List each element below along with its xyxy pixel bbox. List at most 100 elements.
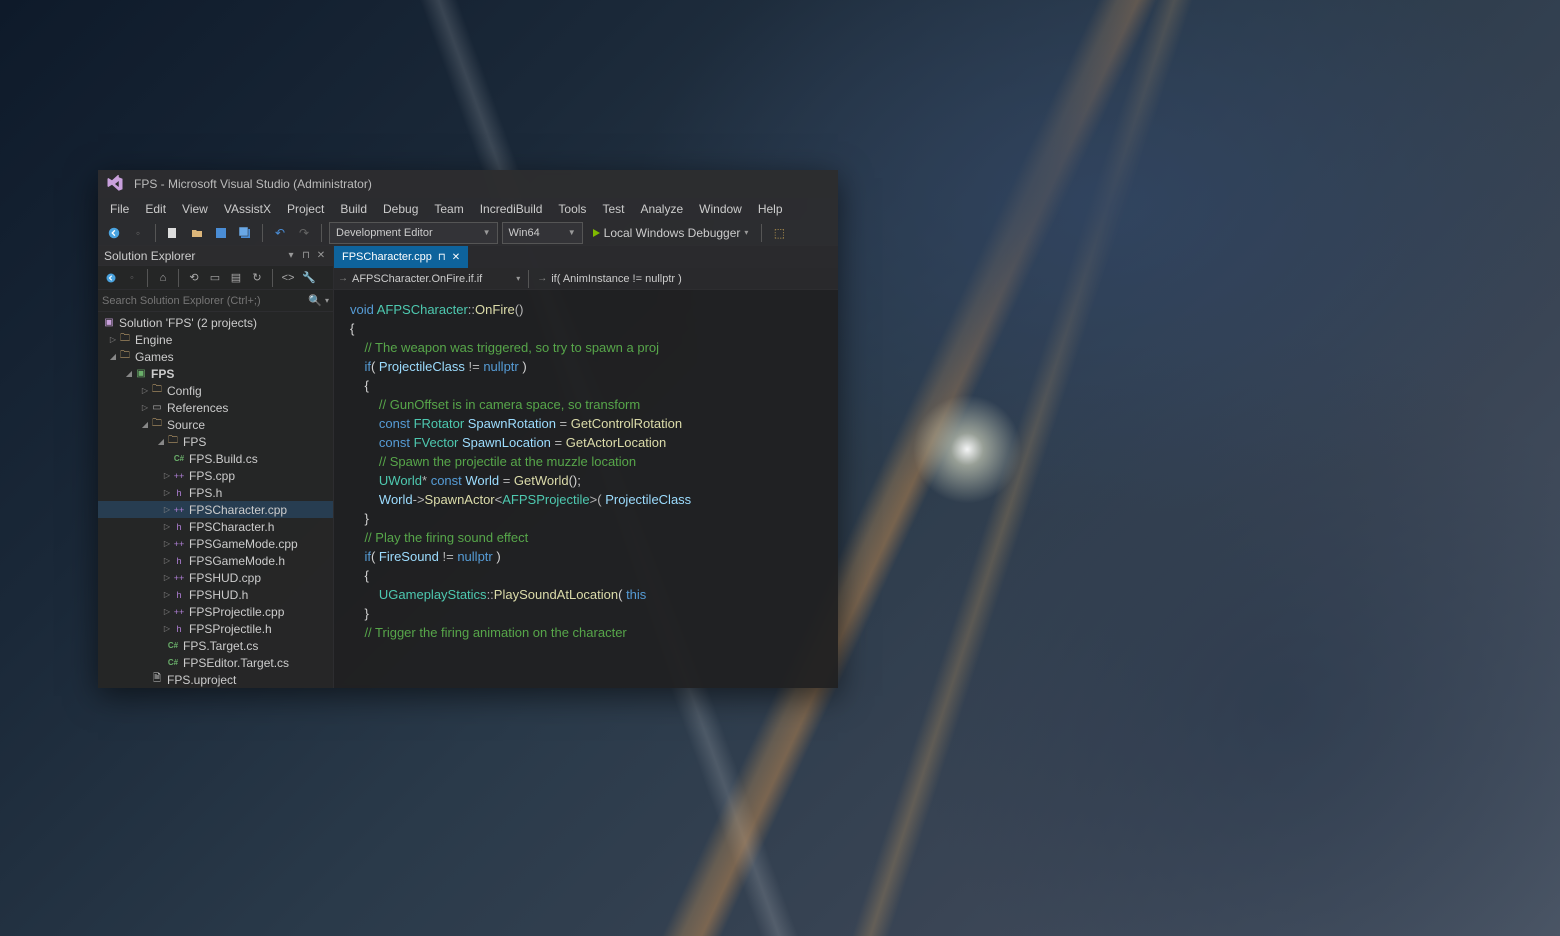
- sync-icon[interactable]: ⟲: [185, 269, 203, 287]
- menu-help[interactable]: Help: [750, 199, 791, 219]
- expand-icon[interactable]: ▷: [162, 488, 172, 497]
- tree-fps-project[interactable]: ◢▣FPS: [98, 365, 333, 382]
- code-editor[interactable]: void AFPSCharacter::OnFire() { // The we…: [334, 290, 838, 688]
- pin-icon[interactable]: ⊓: [300, 250, 312, 262]
- collapse-icon[interactable]: ◢: [124, 369, 134, 378]
- tree-label: Engine: [135, 333, 172, 347]
- new-file-icon[interactable]: [163, 223, 183, 243]
- expand-icon[interactable]: ▷: [140, 403, 150, 412]
- config-dropdown[interactable]: Development Editor▼: [329, 222, 498, 244]
- tree-games[interactable]: ◢🗀Games: [98, 348, 333, 365]
- collapse-icon[interactable]: ◢: [108, 352, 118, 361]
- toolbar-extra-icon[interactable]: ⬚: [769, 223, 789, 243]
- expand-icon[interactable]: ▷: [162, 505, 172, 514]
- menu-analyze[interactable]: Analyze: [632, 199, 691, 219]
- show-all-icon[interactable]: ▤: [227, 269, 245, 287]
- tab-bar: FPSCharacter.cpp ⊓ ✕: [334, 246, 838, 268]
- chevron-down-icon: ▼: [483, 228, 491, 237]
- home-icon[interactable]: ⌂: [154, 269, 172, 287]
- search-input[interactable]: [102, 295, 304, 307]
- expand-icon[interactable]: ▷: [108, 335, 118, 344]
- chevron-down-icon[interactable]: ▾: [325, 296, 329, 305]
- nav-member[interactable]: →if( AnimInstance != nullptr ): [537, 273, 682, 285]
- tree-solution[interactable]: ▣Solution 'FPS' (2 projects): [98, 314, 333, 331]
- close-icon[interactable]: ✕: [315, 250, 327, 262]
- tree-file[interactable]: ▷hFPSHUD.h: [98, 586, 333, 603]
- menu-edit[interactable]: Edit: [137, 199, 174, 219]
- tree-file[interactable]: ▷++FPSGameMode.cpp: [98, 535, 333, 552]
- pane-header[interactable]: Solution Explorer ▾ ⊓ ✕: [98, 246, 333, 266]
- properties-icon[interactable]: 🔧: [300, 269, 318, 287]
- tree-file[interactable]: C#FPSEditor.Target.cs: [98, 654, 333, 671]
- main-toolbar: ◦ ↶ ↷ Development Editor▼ Win64▼ Local W…: [98, 220, 838, 246]
- menu-view[interactable]: View: [174, 199, 216, 219]
- back-icon[interactable]: [102, 269, 120, 287]
- expand-icon[interactable]: ▷: [162, 624, 172, 633]
- menu-vassistx[interactable]: VAssistX: [216, 199, 279, 219]
- menu-team[interactable]: Team: [426, 199, 471, 219]
- tree-file[interactable]: C#FPS.Target.cs: [98, 637, 333, 654]
- redo-icon[interactable]: ↷: [294, 223, 314, 243]
- menu-window[interactable]: Window: [691, 199, 750, 219]
- tree-file[interactable]: ▷hFPSCharacter.h: [98, 518, 333, 535]
- tab-fpscharacter[interactable]: FPSCharacter.cpp ⊓ ✕: [334, 246, 468, 268]
- start-debug-button[interactable]: Local Windows Debugger▾: [587, 226, 755, 240]
- titlebar[interactable]: FPS - Microsoft Visual Studio (Administr…: [98, 170, 838, 198]
- platform-dropdown[interactable]: Win64▼: [502, 222, 583, 244]
- tree-config[interactable]: ▷🗀Config: [98, 382, 333, 399]
- tree-file[interactable]: ▷hFPS.h: [98, 484, 333, 501]
- separator: [528, 270, 529, 288]
- close-icon[interactable]: ✕: [452, 252, 460, 263]
- pin-icon[interactable]: ⊓: [438, 252, 446, 263]
- tree-file[interactable]: C#FPS.Build.cs: [98, 450, 333, 467]
- search-row: 🔍 ▾: [98, 290, 333, 312]
- menu-project[interactable]: Project: [279, 199, 332, 219]
- tree-file[interactable]: ▷hFPSGameMode.h: [98, 552, 333, 569]
- code-navbar: →AFPSCharacter.OnFire.if.if▾ →if( AnimIn…: [334, 268, 838, 290]
- tree-uproject[interactable]: 🗎FPS.uproject: [98, 671, 333, 688]
- nav-fwd-icon[interactable]: ◦: [128, 223, 148, 243]
- expand-icon[interactable]: ▷: [162, 471, 172, 480]
- fwd-icon[interactable]: ◦: [123, 269, 141, 287]
- expand-icon[interactable]: ▷: [162, 556, 172, 565]
- menu-debug[interactable]: Debug: [375, 199, 426, 219]
- collapse-icon[interactable]: ◢: [140, 420, 150, 429]
- tree-engine[interactable]: ▷🗀Engine: [98, 331, 333, 348]
- tree-file[interactable]: ▷++FPSProjectile.cpp: [98, 603, 333, 620]
- expand-icon[interactable]: ▷: [162, 539, 172, 548]
- tree-file[interactable]: ▷hFPSProjectile.h: [98, 620, 333, 637]
- tree-source[interactable]: ◢🗀Source: [98, 416, 333, 433]
- cpp-file-icon: ++: [172, 607, 186, 617]
- nav-scope[interactable]: →AFPSCharacter.OnFire.if.if▾: [338, 273, 520, 285]
- tree-label: FPSGameMode.cpp: [189, 537, 298, 551]
- open-icon[interactable]: [187, 223, 207, 243]
- save-all-icon[interactable]: [235, 223, 255, 243]
- menu-incredibuild[interactable]: IncrediBuild: [472, 199, 551, 219]
- undo-icon[interactable]: ↶: [270, 223, 290, 243]
- expand-icon[interactable]: ▷: [162, 573, 172, 582]
- tree-references[interactable]: ▷▭References: [98, 399, 333, 416]
- project-icon: ▣: [134, 368, 148, 379]
- tree-file[interactable]: ▷++FPSCharacter.cpp: [98, 501, 333, 518]
- tree-fps-dir[interactable]: ◢🗀FPS: [98, 433, 333, 450]
- search-icon[interactable]: 🔍: [308, 294, 322, 307]
- collapse-icon[interactable]: ▭: [206, 269, 224, 287]
- solution-tree[interactable]: ▣Solution 'FPS' (2 projects) ▷🗀Engine ◢🗀…: [98, 312, 333, 688]
- arrow-icon: →: [537, 273, 547, 284]
- menu-build[interactable]: Build: [332, 199, 375, 219]
- menu-tools[interactable]: Tools: [550, 199, 594, 219]
- code-icon[interactable]: <>: [279, 269, 297, 287]
- refresh-icon[interactable]: ↻: [248, 269, 266, 287]
- save-icon[interactable]: [211, 223, 231, 243]
- expand-icon[interactable]: ▷: [162, 522, 172, 531]
- collapse-icon[interactable]: ◢: [156, 437, 166, 446]
- expand-icon[interactable]: ▷: [162, 590, 172, 599]
- expand-icon[interactable]: ▷: [140, 386, 150, 395]
- tree-file[interactable]: ▷++FPS.cpp: [98, 467, 333, 484]
- menu-test[interactable]: Test: [594, 199, 632, 219]
- dropdown-icon[interactable]: ▾: [285, 250, 297, 262]
- tree-file[interactable]: ▷++FPSHUD.cpp: [98, 569, 333, 586]
- menu-file[interactable]: File: [102, 199, 137, 219]
- nav-back-icon[interactable]: [104, 223, 124, 243]
- expand-icon[interactable]: ▷: [162, 607, 172, 616]
